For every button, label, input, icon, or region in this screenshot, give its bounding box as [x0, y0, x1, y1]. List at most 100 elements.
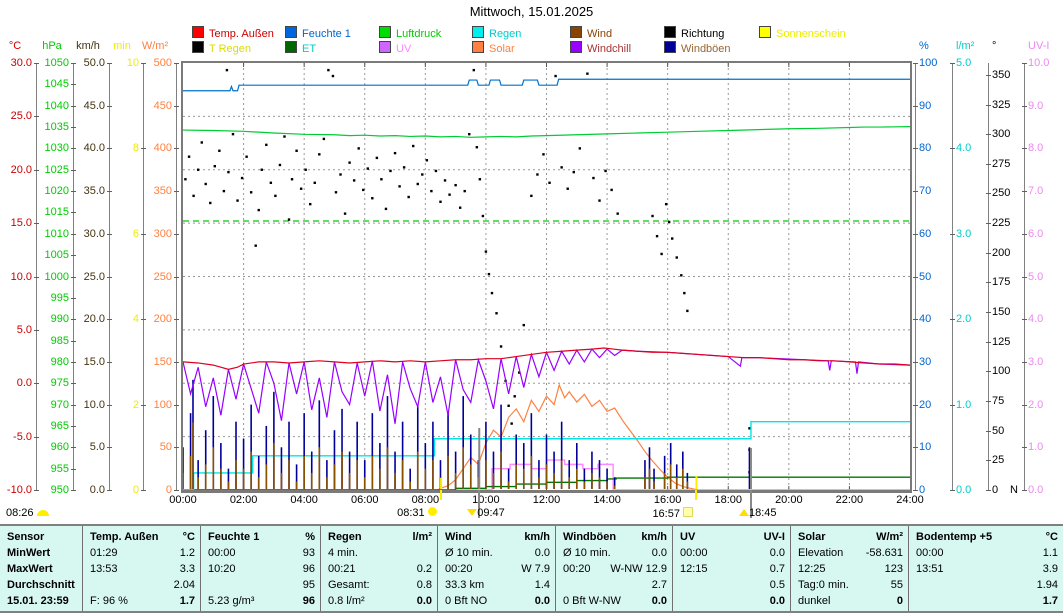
axis-tick-label: 970	[34, 400, 69, 410]
y-axis-uv-i-unit: UV-I	[1028, 40, 1063, 52]
x-axis-label: 10:00	[464, 494, 508, 506]
axis-tick-label: 1.0	[956, 400, 971, 410]
legend-item-windb-en: Windböen	[664, 41, 731, 53]
x-axis-label: 00:00	[161, 494, 205, 506]
axis-tick	[986, 342, 991, 343]
cell-value: 0.0	[770, 593, 785, 609]
cell-value: 1.2	[180, 545, 195, 561]
legend-swatch-sonnenschein	[759, 26, 771, 38]
axis-tick-label: 8	[104, 143, 139, 153]
table-row: 00:210.2	[321, 561, 437, 577]
legend-item-temp-au-en: Temp. Außen	[192, 26, 274, 38]
cell-label: F: 96 %	[90, 593, 128, 609]
cell-value: 0.7	[770, 561, 785, 577]
axis-tick-label: 30.0	[70, 229, 105, 239]
table-row: 0 Bft W-NW 0.0	[556, 593, 672, 609]
axis-tick-label: 990	[34, 314, 69, 324]
table-row-label: Sensor	[0, 529, 82, 545]
table-row: Elevation-58.631	[791, 545, 908, 561]
table-row: 12:150.7	[673, 561, 790, 577]
axis-tick	[71, 469, 76, 470]
cell-value: 96	[303, 561, 315, 577]
legend-item-et: ET	[285, 41, 316, 53]
cell-label: 00:20	[563, 561, 591, 577]
sensor-stats-table: SensorMinWertMaxWertDurchschnitt15.01. 2…	[0, 524, 1063, 613]
axis-tick-label: 300	[137, 229, 172, 239]
axis-tick	[986, 164, 991, 165]
table-header-row: Regenl/m²	[321, 529, 437, 545]
axis-tick-label: 175	[992, 277, 1010, 287]
sensor-unit: UV-I	[764, 529, 785, 545]
axis-tick	[107, 447, 112, 448]
axis-tick	[1022, 405, 1027, 406]
x-axis-label: 06:00	[343, 494, 387, 506]
axis-tick	[1022, 63, 1027, 64]
table-row: 00:20W 7.9	[438, 561, 555, 577]
axis-tick	[174, 362, 179, 363]
axis-tick-label: 100	[919, 58, 937, 68]
legend-swatch-feuchte-1	[285, 26, 297, 38]
table-row: 2.04	[83, 577, 200, 593]
axis-tick	[950, 405, 955, 406]
x-axis-label: 04:00	[282, 494, 326, 506]
y-axis-l-m-unit: l/m²	[956, 40, 996, 52]
axis-tick	[950, 63, 955, 64]
legend-label: Windchill	[587, 43, 631, 55]
series-richtung	[184, 69, 750, 473]
cell-value: W-NW 12.9	[610, 561, 667, 577]
legend-label: Regen	[489, 28, 521, 40]
cell-value: 0.0	[652, 593, 667, 609]
table-row: 0.8 l/m²0.0	[321, 593, 437, 609]
table-header-row: Temp. Außen°C	[83, 529, 200, 545]
axis-tick-label: 50.0	[70, 58, 105, 68]
axis-tick	[986, 223, 991, 224]
axis-tick	[986, 282, 991, 283]
axis-tick-label: 2.0	[1028, 400, 1043, 410]
table-row: 10:2096	[201, 561, 320, 577]
axis-tick-label: 1045	[34, 79, 69, 89]
axis-tick	[950, 148, 955, 149]
axis-tick	[107, 277, 112, 278]
cell-label: 01:29	[90, 545, 118, 561]
sensor-name: UV	[680, 529, 695, 545]
axis-tick-label: 6.0	[1028, 229, 1043, 239]
arrow-down-icon	[467, 509, 477, 516]
axis-tick-label: 80	[919, 143, 931, 153]
axis-tick	[1022, 106, 1027, 107]
table-row: 00:0093	[201, 545, 320, 561]
axis-tick-label: 980	[34, 357, 69, 367]
sun-event-marker	[440, 490, 442, 500]
axis-tick	[913, 319, 918, 320]
axis-tick	[913, 405, 918, 406]
axis-tick	[174, 447, 179, 448]
x-axis-label: 20:00	[767, 494, 811, 506]
cell-label: 0 Bft W-NW	[563, 593, 621, 609]
cell-label: 33.3 km	[445, 577, 484, 593]
axis-tick	[986, 490, 991, 491]
axis-tick-label: 7.0	[1028, 186, 1043, 196]
table-row: 13:533.3	[83, 561, 200, 577]
axis-tick-label: 400	[137, 143, 172, 153]
axis-tick	[913, 447, 918, 448]
axis-tick-label: 4.0	[956, 143, 971, 153]
axis-tick	[174, 234, 179, 235]
row-label: MinWert	[7, 545, 50, 561]
axis-tick	[174, 490, 179, 491]
stats-column-solar: SolarW/m²Elevation-58.63112:25123Tag:0 m…	[790, 526, 908, 611]
table-row: 0.0	[673, 593, 790, 609]
cell-value: 95	[303, 577, 315, 593]
sensor-name: Bodentemp +5	[916, 529, 992, 545]
axis-tick-label: 5.0	[70, 442, 105, 452]
axis-tick	[986, 193, 991, 194]
sensor-name: Solar	[798, 529, 826, 545]
axis-tick-label: 45.0	[70, 101, 105, 111]
axis-tick-label: 1015	[34, 207, 69, 217]
axis-tick-label: 70	[919, 186, 931, 196]
axis-tick	[913, 234, 918, 235]
axis-tick-label: 1005	[34, 250, 69, 260]
sun-moon-event-09-47: 09:47	[467, 507, 505, 519]
axis-tick-label: 275	[992, 159, 1010, 169]
axis-tick	[950, 319, 955, 320]
axis-tick-label: 4	[104, 314, 139, 324]
x-axis-label: 22:00	[827, 494, 871, 506]
